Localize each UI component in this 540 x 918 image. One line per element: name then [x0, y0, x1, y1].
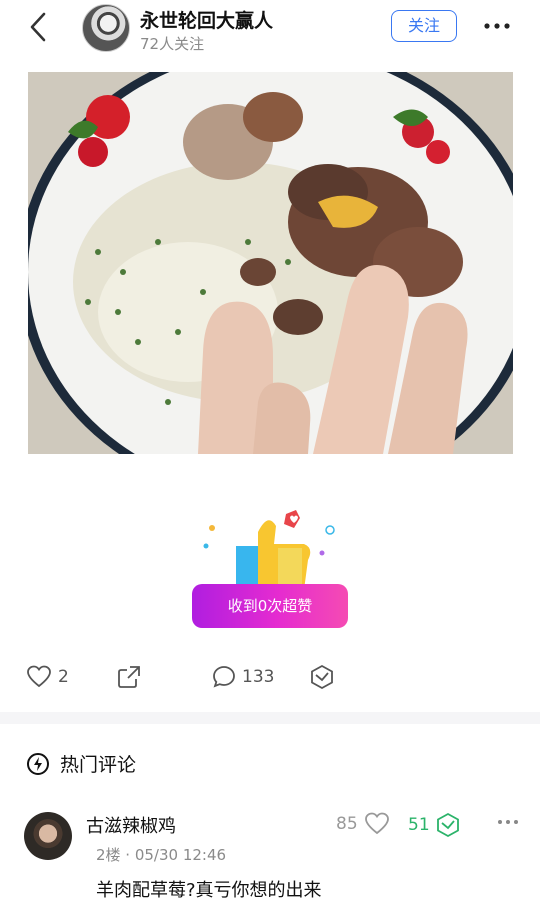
post-image[interactable] [28, 72, 513, 454]
post-header: 永世轮回大赢人 72人关注 关注 [0, 0, 540, 56]
author-name[interactable]: 永世轮回大赢人 [140, 6, 273, 33]
thumbs-up-icon [203, 510, 335, 590]
food-photo-icon [28, 72, 513, 454]
cube-icon [311, 664, 333, 690]
lightning-circle-icon [27, 752, 49, 775]
share-button[interactable] [116, 662, 142, 692]
like-button[interactable]: 2 [26, 662, 69, 692]
more-options-icon[interactable] [482, 14, 512, 38]
superlike-count-label: 收到0次超赞 [192, 584, 348, 628]
superlike-button[interactable] [310, 662, 334, 692]
comment-meta: 2楼 · 05/30 12:46 [96, 846, 227, 864]
back-arrow-icon[interactable] [26, 10, 52, 44]
heart-icon [27, 665, 51, 688]
commenter-avatar[interactable] [24, 812, 72, 860]
commenter-name[interactable]: 古滋辣椒鸡 [86, 812, 176, 838]
comment-count: 133 [242, 667, 275, 687]
comment-text[interactable]: 羊肉配草莓?真亏你想的出来 [96, 876, 322, 902]
author-follower-count: 72人关注 [140, 35, 205, 53]
author-avatar[interactable] [82, 4, 130, 52]
comment-like-count: 85 [336, 814, 358, 834]
comment-superlike-count: 51 [408, 815, 430, 835]
comment-button[interactable]: 133 [212, 662, 274, 692]
like-count: 2 [58, 667, 69, 687]
comment-like-button[interactable]: 85 [336, 812, 390, 836]
section-divider [0, 712, 540, 724]
follow-button[interactable]: 关注 [391, 10, 457, 42]
comment-superlike-button[interactable]: 51 [408, 812, 460, 838]
comment-more-icon[interactable] [496, 812, 520, 832]
hot-comments-heading: 热门评论 [26, 750, 136, 777]
superlike-badge[interactable]: 收到0次超赞 [192, 508, 352, 633]
share-icon [118, 666, 140, 688]
hot-comments-title: 热门评论 [60, 754, 137, 776]
post-action-bar: 2 133 [0, 658, 540, 698]
comment-bubble-icon [213, 666, 235, 688]
heart-icon [364, 812, 389, 835]
cube-icon [436, 812, 459, 838]
